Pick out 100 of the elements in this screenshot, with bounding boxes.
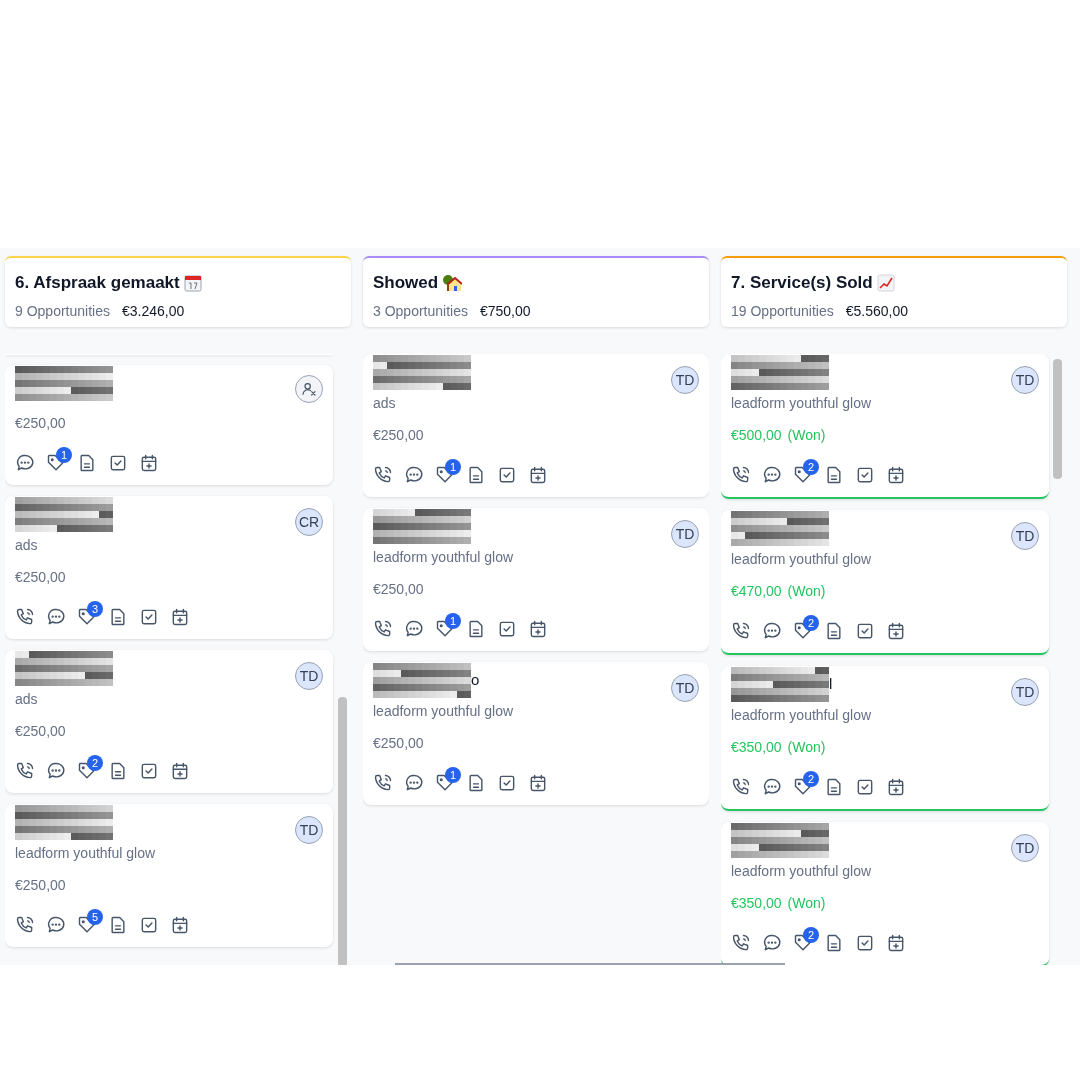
calendar-plus-icon[interactable] [528,773,548,793]
checkbox-icon[interactable] [855,933,875,953]
scrollbar-thumb[interactable] [1053,359,1062,479]
chat-icon[interactable] [46,761,66,781]
opportunity-count: 9 Opportunities [15,301,110,321]
chat-icon[interactable] [404,619,424,639]
phone-icon[interactable] [15,761,35,781]
opportunity-card[interactable]: o leadform youthful glow €250,00 1 TD [363,662,709,805]
chat-icon[interactable] [404,465,424,485]
phone-icon[interactable] [373,465,393,485]
opportunity-card[interactable]: ads €250,00 1 TD [363,354,709,497]
owner-avatar[interactable]: TD [1011,678,1039,706]
horizontal-scrollbar[interactable] [395,963,785,965]
opportunity-card[interactable]: leadform youthful glow €250,00 5 TD [5,804,333,947]
checkbox-icon[interactable] [497,773,517,793]
document-icon[interactable] [466,465,486,485]
tag-icon[interactable] [77,607,97,627]
checkbox-icon[interactable] [139,761,159,781]
calendar-plus-icon[interactable] [886,777,906,797]
checkbox-icon[interactable] [497,619,517,639]
document-icon[interactable] [466,773,486,793]
lead-source: leadform youthful glow [731,550,873,569]
chat-icon[interactable] [762,777,782,797]
document-icon[interactable] [824,621,844,641]
calendar-plus-icon[interactable] [170,915,190,935]
chat-icon[interactable] [762,465,782,485]
opportunity-value: €250,00 [15,876,66,895]
checkbox-icon[interactable] [497,465,517,485]
phone-icon[interactable] [15,607,35,627]
calendar-plus-icon[interactable] [170,761,190,781]
calendar-plus-icon[interactable] [528,465,548,485]
tag-icon[interactable] [77,915,97,935]
opportunity-card[interactable]: leadform youthful glow €350,00 (Won) 2 TD [721,822,1049,965]
document-icon[interactable] [466,619,486,639]
phone-icon[interactable] [373,619,393,639]
checkbox-icon[interactable] [855,777,875,797]
owner-avatar[interactable]: TD [671,674,699,702]
opportunity-value: €250,00 [15,568,66,587]
calendar-plus-icon[interactable] [528,619,548,639]
unassigned-button[interactable] [295,375,323,403]
chat-icon[interactable] [762,933,782,953]
opportunity-card[interactable]: leadform youthful glow €500,00 (Won) 2 TD [721,354,1049,499]
phone-icon[interactable] [731,465,751,485]
opportunity-card[interactable]: l leadform youthful glow €350,00 (Won) 2 TD [721,666,1049,811]
lead-source: ads [373,394,397,413]
document-icon[interactable] [77,453,97,473]
tag-icon[interactable] [793,777,813,797]
document-icon[interactable] [108,761,128,781]
tag-icon[interactable] [46,453,66,473]
document-icon[interactable] [824,933,844,953]
owner-avatar[interactable]: TD [1011,522,1039,550]
tag-icon[interactable] [77,761,97,781]
user-remove-icon [301,381,317,397]
calendar-plus-icon[interactable] [886,933,906,953]
phone-icon[interactable] [731,777,751,797]
calendar-plus-icon[interactable] [170,607,190,627]
opportunity-card[interactable]: leadform youthful glow €470,00 (Won) 2 TD [721,510,1049,655]
checkbox-icon[interactable] [108,453,128,473]
document-icon[interactable] [108,607,128,627]
chat-icon[interactable] [46,915,66,935]
tag-icon[interactable] [793,621,813,641]
document-icon[interactable] [108,915,128,935]
calendar-plus-icon[interactable] [886,465,906,485]
opportunity-card[interactable]: leadform youthful glow €250,00 1 TD [363,508,709,651]
scrollbar-thumb[interactable] [338,697,347,965]
chat-icon[interactable] [404,773,424,793]
calendar-plus-icon[interactable] [139,453,159,473]
document-icon[interactable] [824,465,844,485]
opportunity-card[interactable]: ads €250,00 2 TD [5,650,333,793]
checkbox-icon[interactable] [139,607,159,627]
chat-icon[interactable] [15,453,35,473]
owner-avatar[interactable]: TD [295,816,323,844]
owner-avatar[interactable]: TD [671,366,699,394]
calendar-icon [183,273,202,292]
phone-icon[interactable] [373,773,393,793]
calendar-plus-icon[interactable] [886,621,906,641]
owner-avatar[interactable]: TD [1011,834,1039,862]
document-icon[interactable] [824,777,844,797]
opportunity-card[interactable]: €250,00 1 [5,365,333,485]
opportunity-card[interactable]: ads €250,00 3 CR [5,496,333,639]
tag-icon[interactable] [435,619,455,639]
owner-avatar[interactable]: CR [295,508,323,536]
tag-icon[interactable] [435,773,455,793]
checkbox-icon[interactable] [855,465,875,485]
tag-icon[interactable] [793,465,813,485]
chat-icon[interactable] [762,621,782,641]
tag-icon[interactable] [435,465,455,485]
tag-icon[interactable] [793,933,813,953]
owner-avatar[interactable]: TD [671,520,699,548]
owner-avatar[interactable]: TD [295,662,323,690]
count-badge: 1 [56,447,72,463]
checkbox-icon[interactable] [855,621,875,641]
opportunity-count: 19 Opportunities [731,301,834,321]
opportunity-value: €350,00 [731,894,782,913]
chat-icon[interactable] [46,607,66,627]
owner-avatar[interactable]: TD [1011,366,1039,394]
checkbox-icon[interactable] [139,915,159,935]
phone-icon[interactable] [731,933,751,953]
phone-icon[interactable] [731,621,751,641]
phone-icon[interactable] [15,915,35,935]
